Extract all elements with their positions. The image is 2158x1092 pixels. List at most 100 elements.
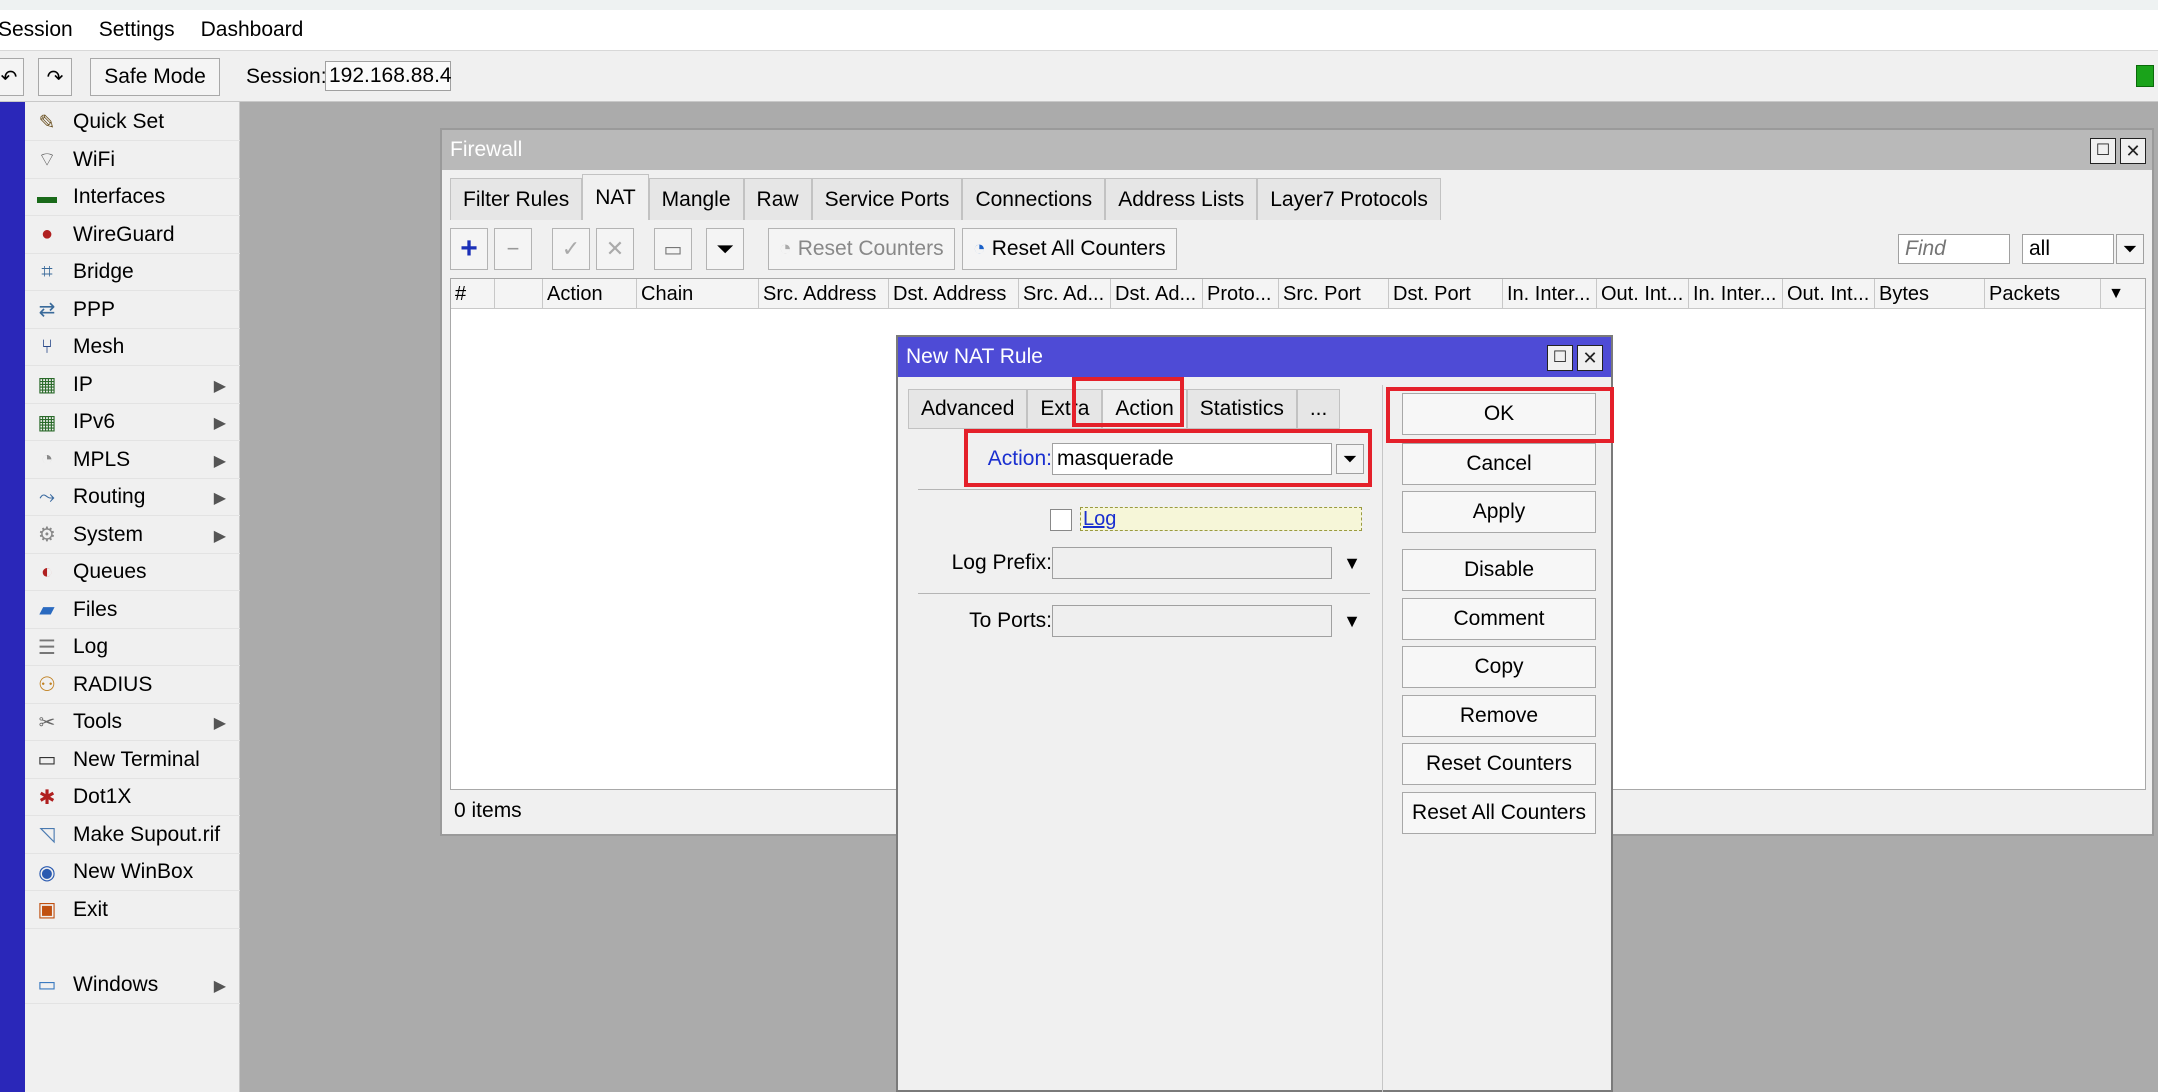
- cancel-button[interactable]: Cancel: [1402, 443, 1596, 485]
- column-header[interactable]: Chain: [637, 279, 759, 309]
- column-header[interactable]: Bytes: [1875, 279, 1985, 309]
- maximize-button[interactable]: ☐: [2090, 138, 2116, 164]
- reset-counters-button[interactable]: ◔ Reset Counters: [768, 228, 955, 270]
- sidebar-item-windows[interactable]: ▭ Windows ▶: [25, 967, 240, 1004]
- to-ports-input[interactable]: [1052, 605, 1332, 637]
- tab-layer7-protocols[interactable]: Layer7 Protocols: [1257, 178, 1441, 220]
- column-header[interactable]: Dst. Port: [1389, 279, 1503, 309]
- column-header[interactable]: In. Inter...: [1689, 279, 1783, 309]
- remove-button[interactable]: Remove: [1402, 695, 1596, 737]
- safe-mode-button[interactable]: Safe Mode: [90, 58, 220, 96]
- sidebar-item-dot1x[interactable]: ✱ Dot1X: [25, 779, 240, 816]
- sidebar-item-mpls[interactable]: ◔ MPLS ▶: [25, 442, 240, 479]
- column-header[interactable]: [495, 279, 543, 309]
- menu-settings[interactable]: Settings: [99, 18, 201, 42]
- sidebar-item-tools[interactable]: ✂ Tools ▶: [25, 704, 240, 741]
- add-button[interactable]: +: [450, 228, 488, 270]
- sidebar-item-routing[interactable]: ⤳ Routing ▶: [25, 479, 240, 516]
- sidebar-item-radius[interactable]: ⚇ RADIUS: [25, 667, 240, 704]
- filter-button[interactable]: ⏷: [706, 228, 744, 270]
- nat-dialog-title-bar[interactable]: New NAT Rule ☐ ✕: [898, 337, 1611, 377]
- new-nat-rule-dialog: New NAT Rule ☐ ✕ Advanced Extra Action Stat…: [896, 335, 1614, 1092]
- reset-counters-button[interactable]: Reset Counters: [1402, 743, 1596, 785]
- log-prefix-dropdown[interactable]: ▼: [1338, 548, 1366, 578]
- sidebar-item-system[interactable]: ⚙ System ▶: [25, 517, 240, 554]
- column-header[interactable]: Src. Ad...: [1019, 279, 1111, 309]
- sidebar-item-ipv6[interactable]: ▦ IPv6 ▶: [25, 404, 240, 441]
- copy-button[interactable]: Copy: [1402, 646, 1596, 688]
- sidebar-item-ppp[interactable]: ⇄ PPP: [25, 292, 240, 329]
- tab-raw[interactable]: Raw: [743, 178, 812, 220]
- sidebar-item-label: Routing: [73, 485, 146, 508]
- column-header[interactable]: Dst. Ad...: [1111, 279, 1203, 309]
- nat-tab-advanced[interactable]: Advanced: [908, 389, 1028, 429]
- sidebar-item-log[interactable]: ☰ Log: [25, 629, 240, 666]
- ip-icon: ▦: [37, 374, 57, 396]
- disable-button[interactable]: ✕: [596, 228, 634, 270]
- redo-button[interactable]: ↷: [38, 58, 72, 96]
- log-checkbox[interactable]: [1050, 509, 1072, 531]
- disable-button[interactable]: Disable: [1402, 549, 1596, 591]
- sidebar-item-new-winbox[interactable]: ◉ New WinBox: [25, 854, 240, 891]
- close-icon: ✕: [2125, 141, 2141, 161]
- firewall-title-bar[interactable]: Firewall ☐ ✕: [442, 130, 2152, 170]
- tab-address-lists[interactable]: Address Lists: [1105, 178, 1258, 220]
- sidebar-item-new-terminal[interactable]: ▭ New Terminal: [25, 742, 240, 779]
- to-ports-dropdown[interactable]: ▼: [1338, 606, 1366, 636]
- sidebar-item-ip[interactable]: ▦ IP ▶: [25, 367, 240, 404]
- nat-tab-statistics[interactable]: Statistics: [1186, 389, 1297, 429]
- tab-filter-rules[interactable]: Filter Rules: [450, 178, 583, 220]
- column-header[interactable]: Out. Int...: [1597, 279, 1689, 309]
- filter-dropdown-button[interactable]: ⏷: [2116, 234, 2144, 264]
- close-button[interactable]: ✕: [2120, 138, 2146, 164]
- comment-button[interactable]: Comment: [1402, 598, 1596, 640]
- column-header[interactable]: Packets: [1985, 279, 2101, 309]
- menu-dashboard[interactable]: Dashboard: [201, 18, 330, 42]
- nat-tab-more[interactable]: ...: [1296, 389, 1341, 429]
- tab-service-ports[interactable]: Service Ports: [811, 178, 963, 220]
- enable-button[interactable]: ✓: [552, 228, 590, 270]
- menu-session[interactable]: Session: [0, 18, 99, 42]
- log-label[interactable]: Log: [1080, 507, 1362, 531]
- nat-close-button[interactable]: ✕: [1577, 345, 1603, 371]
- comment-button[interactable]: ▭: [654, 228, 692, 270]
- tab-nat[interactable]: NAT: [582, 174, 649, 220]
- sidebar-item-files[interactable]: ▰ Files: [25, 592, 240, 629]
- undo-button[interactable]: ↶: [0, 58, 24, 96]
- remove-button[interactable]: −: [494, 228, 532, 270]
- submenu-arrow-icon: ▶: [213, 527, 226, 545]
- reset-all-counters-button[interactable]: Reset All Counters: [1402, 792, 1596, 834]
- action-select[interactable]: masquerade: [1052, 443, 1332, 475]
- sidebar-item-wireguard[interactable]: ● WireGuard: [25, 217, 240, 254]
- column-header[interactable]: Action: [543, 279, 637, 309]
- undo-icon: ↶: [0, 66, 18, 89]
- reset-all-counters-button[interactable]: ◔ Reset All Counters: [962, 228, 1177, 270]
- column-menu-icon[interactable]: ▼: [2101, 279, 2131, 309]
- sidebar-item-make-supout-rif[interactable]: ◹ Make Supout.rif: [25, 817, 240, 854]
- apply-button[interactable]: Apply: [1402, 491, 1596, 533]
- mpls-icon: ◔: [40, 448, 54, 470]
- column-header[interactable]: Proto...: [1203, 279, 1279, 309]
- column-header[interactable]: Src. Port: [1279, 279, 1389, 309]
- column-header[interactable]: Out. Int...: [1783, 279, 1875, 309]
- filter-select[interactable]: all: [2022, 234, 2114, 264]
- ok-button[interactable]: OK: [1402, 393, 1596, 435]
- column-header[interactable]: In. Inter...: [1503, 279, 1597, 309]
- log-prefix-input[interactable]: [1052, 547, 1332, 579]
- nat-maximize-button[interactable]: ☐: [1547, 345, 1573, 371]
- column-header[interactable]: #: [451, 279, 495, 309]
- sidebar-item-quick-set[interactable]: ✎ Quick Set: [25, 104, 240, 141]
- column-header[interactable]: Src. Address: [759, 279, 889, 309]
- sidebar-item-queues[interactable]: ◐ Queues: [25, 554, 240, 591]
- sidebar-item-bridge[interactable]: ⌗ Bridge: [25, 254, 240, 291]
- tab-mangle[interactable]: Mangle: [648, 178, 744, 220]
- action-dropdown-button[interactable]: ⏷: [1336, 444, 1364, 474]
- tab-connections[interactable]: Connections: [962, 178, 1106, 220]
- item-count: 0 items: [454, 799, 522, 822]
- find-input[interactable]: [1898, 234, 2010, 264]
- sidebar-item-wifi[interactable]: ⌔ WiFi: [25, 142, 240, 179]
- sidebar-item-interfaces[interactable]: ▬ Interfaces: [25, 179, 240, 216]
- column-header[interactable]: Dst. Address: [889, 279, 1019, 309]
- sidebar-item-exit[interactable]: ▣ Exit: [25, 892, 240, 929]
- sidebar-item-mesh[interactable]: ⑂ Mesh: [25, 329, 240, 366]
